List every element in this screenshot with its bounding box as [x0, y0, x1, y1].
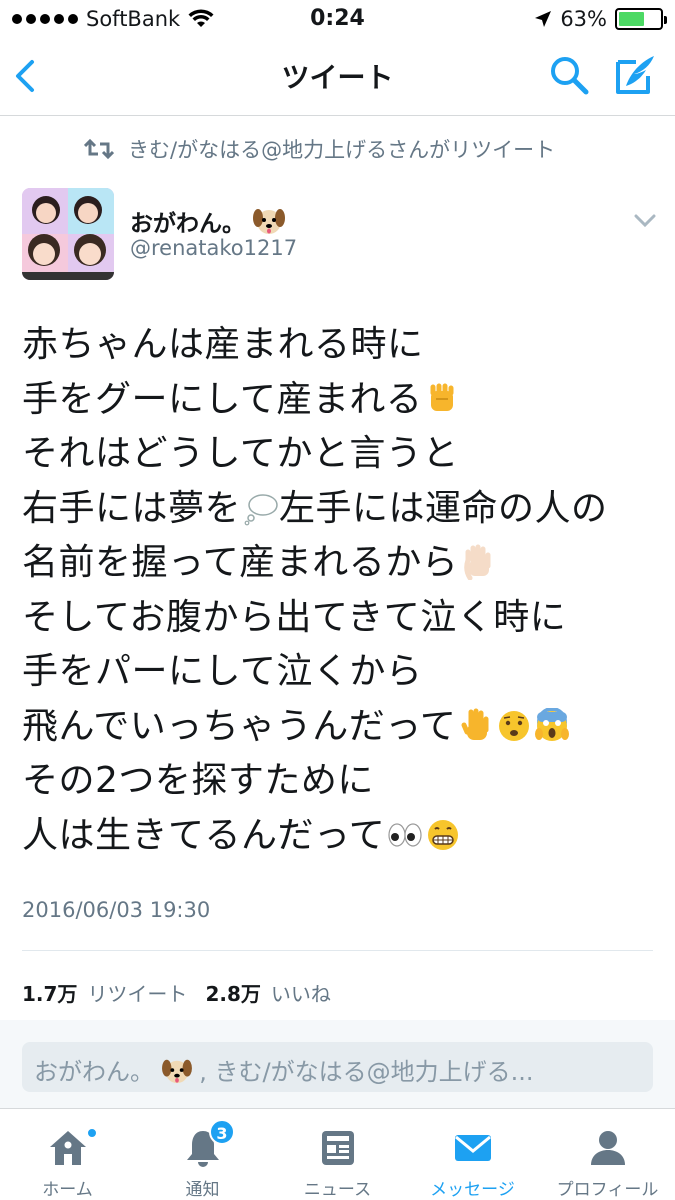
tweet-line-text: そしてお腹から出てきて泣く時に — [22, 596, 567, 638]
tweet-line: 手をパーにして泣くから — [22, 645, 662, 700]
dog-face-emoji — [253, 209, 285, 234]
tweet-line: 赤ちゃんは産まれる時に — [22, 318, 662, 373]
news-icon — [321, 1131, 354, 1165]
grinning-teeth-emoji — [428, 819, 459, 850]
dog-face-emoji — [161, 1059, 192, 1084]
home-notification-dot — [86, 1127, 98, 1139]
retweet-context[interactable]: きむ/がなはる@地力上げるさんがリツイート — [84, 134, 555, 164]
reply-placeholder-suffix: , きむ/がなはる@地力上げる... — [199, 1058, 534, 1086]
eyes-emoji — [388, 822, 422, 847]
tab-notifications-label: 通知 — [185, 1180, 220, 1200]
home-icon — [49, 1131, 86, 1165]
tweet-line-text: 飛んでいっちゃうんだって — [22, 705, 457, 747]
tab-bar: ホーム 3 通知 ニュース メッセージ プロフィール — [0, 1108, 675, 1200]
tab-profile[interactable]: プロフィール — [540, 1109, 675, 1200]
reply-input[interactable]: おがわん。 , きむ/がなはる@地力上げる... — [22, 1042, 653, 1092]
notification-count-badge: 3 — [209, 1119, 235, 1145]
tab-home[interactable]: ホーム — [0, 1109, 135, 1200]
status-bar-right: 63% — [534, 7, 667, 31]
tweet-line-text: 名前を握って産まれるから — [22, 542, 459, 583]
tweet-line-text: 左手には運命の人の — [279, 487, 608, 529]
raised-hand-emoji-light — [464, 544, 491, 580]
tab-messages[interactable]: メッセージ — [405, 1109, 540, 1200]
divider — [22, 950, 653, 951]
compose-tweet-button[interactable] — [612, 52, 658, 98]
location-arrow-icon — [535, 11, 552, 27]
retweet-icon — [84, 138, 114, 160]
tweet-text: 赤ちゃんは産まれる時に 手をグーにして産まれる それはどうしてかと言うと 右手には夢を… — [22, 318, 662, 863]
tweet-line-text: 手をグーにして産まれる — [22, 378, 423, 420]
retweet-context-text: きむ/がなはる@地力上げるさんがリツイート — [128, 138, 556, 162]
author-avatar[interactable] — [22, 188, 114, 280]
avatar-image — [22, 188, 114, 280]
tweet-stats: 1.7万 リツイート 2.8万 いいね — [22, 978, 339, 1007]
navigation-bar: ツイート — [0, 38, 675, 116]
anguished-face-emoji — [499, 710, 530, 741]
battery-fill — [619, 12, 645, 26]
retweet-count[interactable]: 1.7万 — [22, 978, 77, 1007]
reply-area: おがわん。 , きむ/がなはる@地力上げる... — [0, 1020, 675, 1108]
tweet-timestamp: 2016/06/03 19:30 — [22, 898, 211, 922]
like-count-label[interactable]: いいね — [271, 978, 331, 1007]
screaming-face-emoji — [535, 707, 570, 741]
tab-home-label: ホーム — [42, 1180, 93, 1200]
author-display-name: おがわん。 — [130, 211, 245, 237]
raised-hand-emoji — [461, 708, 489, 740]
tab-messages-label: メッセージ — [430, 1180, 515, 1200]
author-handle[interactable]: @renatako1217 — [130, 236, 297, 260]
raised-fist-emoji — [430, 383, 454, 411]
person-icon — [590, 1131, 625, 1165]
tab-news-label: ニュース — [303, 1180, 372, 1200]
tab-profile-label: プロフィール — [556, 1180, 659, 1200]
tweet-line: 名前を握って産まれるから — [22, 536, 662, 591]
tab-news[interactable]: ニュース — [270, 1109, 405, 1200]
tweet-line: 人は生きてるんだって — [22, 809, 662, 864]
battery-icon — [615, 8, 667, 30]
like-count[interactable]: 2.8万 — [205, 978, 260, 1007]
tweet-line: それはどうしてかと言うと — [22, 427, 662, 482]
author-name[interactable]: おがわん。 — [130, 204, 285, 238]
tweet-line: 飛んでいっちゃうんだって — [22, 700, 662, 755]
tweet-line: 右手には夢を 左手には運命の人の — [22, 482, 662, 537]
tweet-line: そしてお腹から出てきて泣く時に — [22, 591, 662, 646]
tweet-line-text: その2つを探すために — [22, 760, 374, 801]
chevron-down-icon[interactable] — [632, 210, 658, 230]
tweet-line-text: 右手には夢を — [22, 487, 242, 529]
retweet-count-label[interactable]: リツイート — [87, 978, 187, 1007]
tweet-line-text: 手をパーにして泣くから — [22, 651, 423, 692]
reply-placeholder-prefix: おがわん。 — [34, 1058, 154, 1086]
tweet-line-text: 人は生きてるんだって — [22, 814, 386, 856]
envelope-icon — [454, 1135, 491, 1161]
tweet-line: その2つを探すために — [22, 754, 662, 809]
tweet-line-text: 赤ちゃんは産まれる時に — [22, 324, 424, 365]
tweet-line-text: それはどうしてかと言うと — [22, 433, 459, 474]
status-bar: SoftBank 0:24 63% — [0, 0, 675, 38]
battery-percent: 63% — [560, 7, 607, 31]
tweet-line: 手をグーにして産まれる — [22, 373, 662, 428]
tab-notifications[interactable]: 3 通知 — [135, 1109, 270, 1200]
search-button[interactable] — [548, 54, 590, 96]
thought-balloon-emoji — [244, 493, 278, 525]
